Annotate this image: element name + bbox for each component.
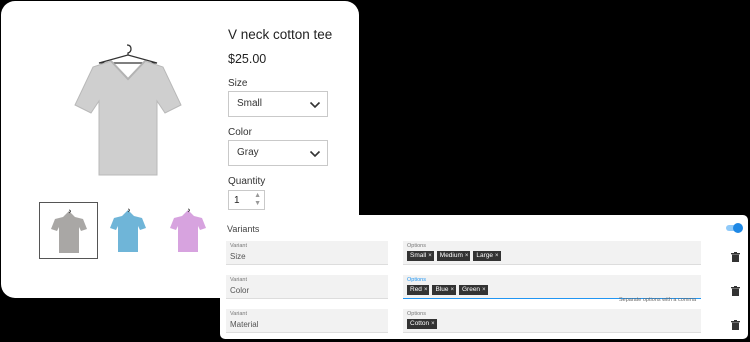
option-chip: Large × (473, 251, 501, 261)
variant-field-label: Variant (230, 277, 248, 283)
tshirt-gray-icon (51, 209, 87, 253)
color-select-value: Gray (237, 147, 259, 158)
option-chip: Blue × (432, 285, 456, 295)
chevron-down-icon (309, 101, 321, 109)
variant-field-value: Size (230, 252, 246, 261)
thumbnail-blue[interactable] (99, 202, 158, 259)
chip-remove-icon[interactable]: × (450, 285, 454, 295)
variant-name-field[interactable]: Variant Material (226, 309, 388, 333)
stepper-arrows-icon[interactable]: ▲ ▼ (254, 192, 261, 208)
tshirt-blue-icon (110, 208, 146, 252)
variants-toggle[interactable] (726, 223, 743, 233)
option-chip: Cotton × (407, 319, 437, 329)
thumbnail-gray[interactable] (39, 202, 98, 259)
variant-row: Variant Material Options Cotton × (226, 309, 741, 333)
variant-options-field[interactable]: Options Small × Medium × Large × (403, 241, 701, 265)
variant-name-field[interactable]: Variant Size (226, 241, 388, 265)
thumbnail-pink[interactable] (159, 202, 218, 259)
quantity-value: 1 (234, 195, 240, 206)
color-label: Color (228, 127, 252, 138)
toggle-knob (733, 223, 743, 233)
quantity-stepper[interactable]: 1 ▲ ▼ (228, 190, 265, 210)
variant-field-label: Variant (230, 311, 248, 317)
tshirt-pink-icon (170, 208, 206, 252)
chip-remove-icon[interactable]: × (431, 319, 435, 329)
quantity-label: Quantity (228, 176, 266, 187)
chevron-down-icon (309, 150, 321, 158)
variant-name-field[interactable]: Variant Color (226, 275, 388, 299)
size-label: Size (228, 78, 248, 89)
chip-remove-icon[interactable]: × (465, 251, 469, 261)
product-main-image (74, 44, 182, 176)
option-chip: Green × (458, 285, 488, 295)
variant-row: Variant Size Options Small × Medium × Larg… (226, 241, 741, 265)
options-field-label: Options (407, 277, 426, 283)
option-chip: Medium × (436, 251, 471, 261)
variant-options-field[interactable]: Options Cotton × (403, 309, 701, 333)
variants-title: Variants (227, 224, 260, 234)
chip-remove-icon[interactable]: × (428, 251, 432, 261)
product-price: $25.00 (228, 52, 267, 66)
chip-remove-icon[interactable]: × (495, 251, 499, 261)
variant-field-value: Material (230, 320, 259, 329)
options-field-label: Options (407, 243, 426, 249)
variant-field-value: Color (230, 286, 250, 295)
color-select[interactable]: Gray (228, 140, 328, 166)
variant-field-label: Variant (230, 243, 248, 249)
variant-options-field[interactable]: Options Red × Blue × Green × (403, 275, 701, 299)
variant-row: Variant Color Options Red × Blue × Green × (226, 275, 741, 299)
chip-remove-icon[interactable]: × (482, 285, 486, 295)
variants-panel: Variants Variant Size Options Small × Med… (220, 215, 748, 339)
option-chip: Red × (407, 285, 430, 295)
option-chip: Small × (407, 251, 434, 261)
product-title: V neck cotton tee (228, 27, 333, 42)
options-field-label: Options (407, 311, 426, 317)
trash-icon[interactable] (731, 252, 740, 262)
options-hint-text: Separate options with a comma (619, 297, 697, 303)
size-select[interactable]: Small (228, 91, 328, 117)
trash-icon[interactable] (731, 286, 740, 296)
size-select-value: Small (237, 98, 263, 109)
trash-icon[interactable] (731, 320, 740, 330)
chip-remove-icon[interactable]: × (424, 285, 428, 295)
